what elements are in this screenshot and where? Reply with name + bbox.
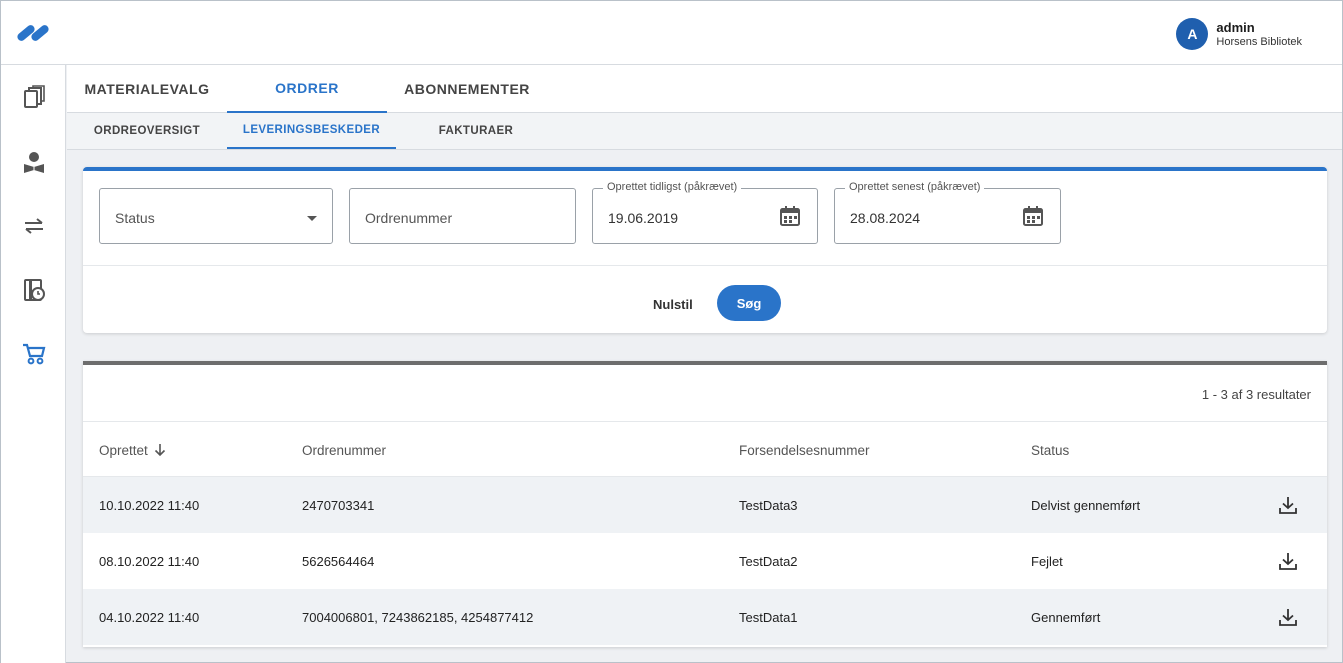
results-panel: 1 - 3 af 3 resultater Oprettet Ordrenumm… xyxy=(83,361,1327,647)
column-header-created[interactable]: Oprettet xyxy=(99,443,166,458)
table-row[interactable]: 04.10.2022 11:40 7004006801, 7243862185,… xyxy=(83,589,1327,645)
cell-shipment: TestData1 xyxy=(739,610,798,625)
user-organization: Horsens Bibliotek xyxy=(1216,35,1302,48)
cell-shipment: TestData3 xyxy=(739,498,798,513)
book-clock-icon xyxy=(24,279,45,301)
created-to-label: Oprettet senest (påkrævet) xyxy=(845,181,985,193)
tab-fakturaer[interactable]: FAKTURAER xyxy=(396,113,556,149)
avatar: A xyxy=(1176,18,1209,50)
nav-item-orders[interactable] xyxy=(19,339,49,369)
order-number-input[interactable]: Ordrenummer xyxy=(349,188,576,244)
cell-status: Fejlet xyxy=(1031,554,1063,569)
side-navigation xyxy=(1,65,66,663)
reset-button[interactable]: Nulstil xyxy=(643,288,703,320)
created-to-field[interactable]: Oprettet senest (påkrævet) 28.08.2024 xyxy=(834,181,1061,244)
cell-order: 7004006801, 7243862185, 4254877412 xyxy=(302,610,534,625)
cell-order: 2470703341 xyxy=(302,498,375,513)
column-header-order[interactable]: Ordrenummer xyxy=(302,443,386,458)
created-from-value: 19.06.2019 xyxy=(608,210,679,226)
reader-icon xyxy=(24,152,44,173)
nav-item-users[interactable] xyxy=(19,147,49,177)
sort-down-icon xyxy=(154,444,165,457)
table-header: Oprettet Ordrenummer Forsendelsesnummer … xyxy=(83,421,1327,477)
nav-item-material[interactable] xyxy=(19,82,49,112)
status-select[interactable]: Status xyxy=(99,188,333,244)
cell-created: 04.10.2022 11:40 xyxy=(99,610,200,625)
cell-created: 10.10.2022 11:40 xyxy=(99,498,200,513)
download-icon[interactable] xyxy=(1278,607,1298,627)
filter-panel: Status Ordrenummer Oprettet tidligst (på… xyxy=(83,167,1327,333)
transfer-arrows-icon xyxy=(25,218,43,234)
download-icon[interactable] xyxy=(1278,551,1298,571)
cell-order: 5626564464 xyxy=(302,554,375,569)
cell-status: Gennemført xyxy=(1031,610,1101,625)
user-name: admin xyxy=(1216,19,1255,35)
tab-leveringsbeskeder[interactable]: LEVERINGSBESKEDER xyxy=(227,113,396,149)
created-to-value: 28.08.2024 xyxy=(850,210,921,226)
filter-divider xyxy=(83,265,1327,266)
order-number-placeholder: Ordrenummer xyxy=(365,210,453,226)
search-button[interactable]: Søg xyxy=(717,285,781,321)
calendar-icon[interactable] xyxy=(779,205,801,227)
column-header-status[interactable]: Status xyxy=(1031,443,1069,458)
nav-item-transfers[interactable] xyxy=(19,211,49,241)
secondary-tabs: ORDREOVERSIGT LEVERINGSBESKEDER FAKTURAE… xyxy=(67,113,1342,150)
cell-status: Delvist gennemført xyxy=(1031,498,1141,513)
tab-abonnementer[interactable]: ABONNEMENTER xyxy=(387,65,547,113)
table-row[interactable]: 08.10.2022 11:40 5626564464 TestData2 Fe… xyxy=(83,533,1327,589)
main-content: MATERIALEVALG ORDRER ABONNEMENTER ORDREO… xyxy=(67,65,1342,663)
tab-materialevalg[interactable]: MATERIALEVALG xyxy=(67,65,227,113)
download-icon[interactable] xyxy=(1278,495,1298,515)
created-from-label: Oprettet tidligst (påkrævet) xyxy=(603,181,742,193)
primary-tabs: MATERIALEVALG ORDRER ABONNEMENTER xyxy=(67,65,1342,113)
column-header-created-label: Oprettet xyxy=(99,443,148,458)
cart-icon xyxy=(23,343,46,365)
books-icon xyxy=(24,85,45,108)
table-row[interactable]: 10.10.2022 11:40 2470703341 TestData3 De… xyxy=(83,477,1327,533)
tab-ordrer[interactable]: ORDRER xyxy=(227,65,387,113)
status-placeholder: Status xyxy=(115,210,155,226)
nav-item-loans[interactable] xyxy=(19,275,49,305)
column-header-shipment[interactable]: Forsendelsesnummer xyxy=(739,443,870,458)
dropdown-caret-icon xyxy=(307,216,317,221)
created-from-field[interactable]: Oprettet tidligst (påkrævet) 19.06.2019 xyxy=(592,181,818,244)
top-bar: A admin Horsens Bibliotek xyxy=(1,1,1342,65)
cell-created: 08.10.2022 11:40 xyxy=(99,554,200,569)
user-menu[interactable]: A admin Horsens Bibliotek xyxy=(1176,18,1302,50)
tab-ordreoversigt[interactable]: ORDREOVERSIGT xyxy=(67,113,227,149)
cell-shipment: TestData2 xyxy=(739,554,798,569)
app-logo[interactable] xyxy=(15,23,53,43)
calendar-icon[interactable] xyxy=(1022,205,1044,227)
result-count: 1 - 3 af 3 resultater xyxy=(1201,387,1311,402)
